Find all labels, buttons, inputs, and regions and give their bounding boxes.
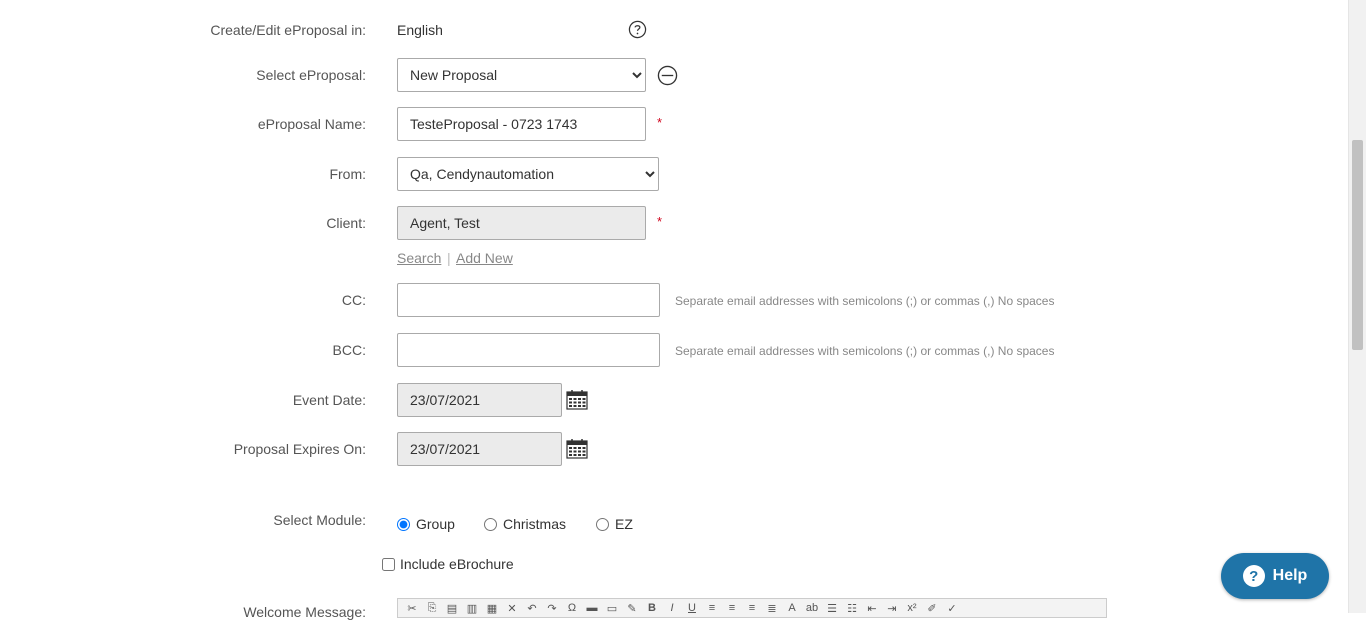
special-char-icon[interactable]: Ω [564,602,580,614]
language-value: English [397,22,443,38]
calendar-icon[interactable] [566,439,588,459]
cc-label: CC: [341,292,366,308]
superscript-icon[interactable]: x² [904,602,920,614]
highlight-icon[interactable]: ab [804,602,820,614]
module-label-ez: EZ [615,516,633,532]
add-new-client-link[interactable]: Add New [456,250,513,266]
select-module-label: Select Module: [273,512,366,528]
required-marker: * [657,214,663,229]
align-right-icon[interactable]: ≡ [744,602,760,614]
question-icon: ? [1242,565,1265,587]
module-radio-christmas[interactable]: Christmas [484,516,566,532]
module-label-christmas: Christmas [503,516,567,532]
language-label: Create/Edit eProposal in: [210,22,366,38]
cc-input[interactable] [397,283,660,317]
expires-label: Proposal Expires On: [233,441,366,457]
page-scrollbar[interactable] [1348,0,1366,613]
from-label: From: [329,166,366,182]
search-client-link[interactable]: Search [397,250,441,266]
italic-icon[interactable]: I [664,602,680,614]
module-label-group: Group [416,516,455,532]
welcome-message-label: Welcome Message: [243,604,366,620]
module-radio-group-input[interactable] [397,517,410,531]
client-label: Client: [326,215,366,231]
module-radio-group[interactable]: Group [397,516,455,532]
event-date-input[interactable] [397,383,562,417]
module-radio-christmas-input[interactable] [484,517,497,531]
eproposal-name-input[interactable] [397,107,646,141]
module-radio-ez-input[interactable] [596,517,609,531]
align-center-icon[interactable]: ≡ [724,602,740,614]
align-left-icon[interactable]: ≡ [704,602,720,614]
help-button-label: Help [1272,567,1308,584]
client-input[interactable] [397,206,646,240]
required-marker: * [657,115,663,130]
link-separator: | [447,250,451,266]
cc-hint: Separate email addresses with semicolons… [675,294,1055,308]
event-date-label: Event Date: [292,392,366,408]
underline-icon[interactable]: U [684,602,700,614]
minus-circle-icon[interactable] [657,65,678,86]
select-eproposal-dropdown[interactable]: New Proposal [397,58,646,92]
select-eproposal-label: Select eProposal: [256,67,366,83]
eproposal-name-label: eProposal Name: [257,116,366,132]
module-radio-ez[interactable]: EZ [596,516,633,532]
expires-input[interactable] [397,432,562,466]
font-color-icon[interactable]: A [784,602,800,614]
bcc-label: BCC: [332,342,366,358]
bcc-hint: Separate email addresses with semicolons… [675,344,1055,358]
include-ebrochure-label: Include eBrochure [400,556,514,572]
bold-icon[interactable]: B [644,602,660,614]
help-button[interactable]: ? Help [1221,553,1329,599]
include-ebrochure-checkbox[interactable]: Include eBrochure [382,556,514,572]
include-ebrochure-input[interactable] [382,557,395,571]
from-dropdown[interactable]: Qa, Cendynautomation [397,157,659,191]
hr-icon[interactable]: ▬ [584,602,600,614]
editor-toolbar[interactable]: ✂ ⎘ ▤ ▥ ▦ ✕ ↶ ↷ Ω ▬ ▭ ✎ B I U ≡ ≡ ≡ ≣ A … [397,598,1107,618]
question-circle-icon[interactable] [627,19,647,39]
scrollbar-thumb[interactable] [1352,140,1363,350]
bcc-input[interactable] [397,333,660,367]
calendar-icon[interactable] [566,390,588,410]
